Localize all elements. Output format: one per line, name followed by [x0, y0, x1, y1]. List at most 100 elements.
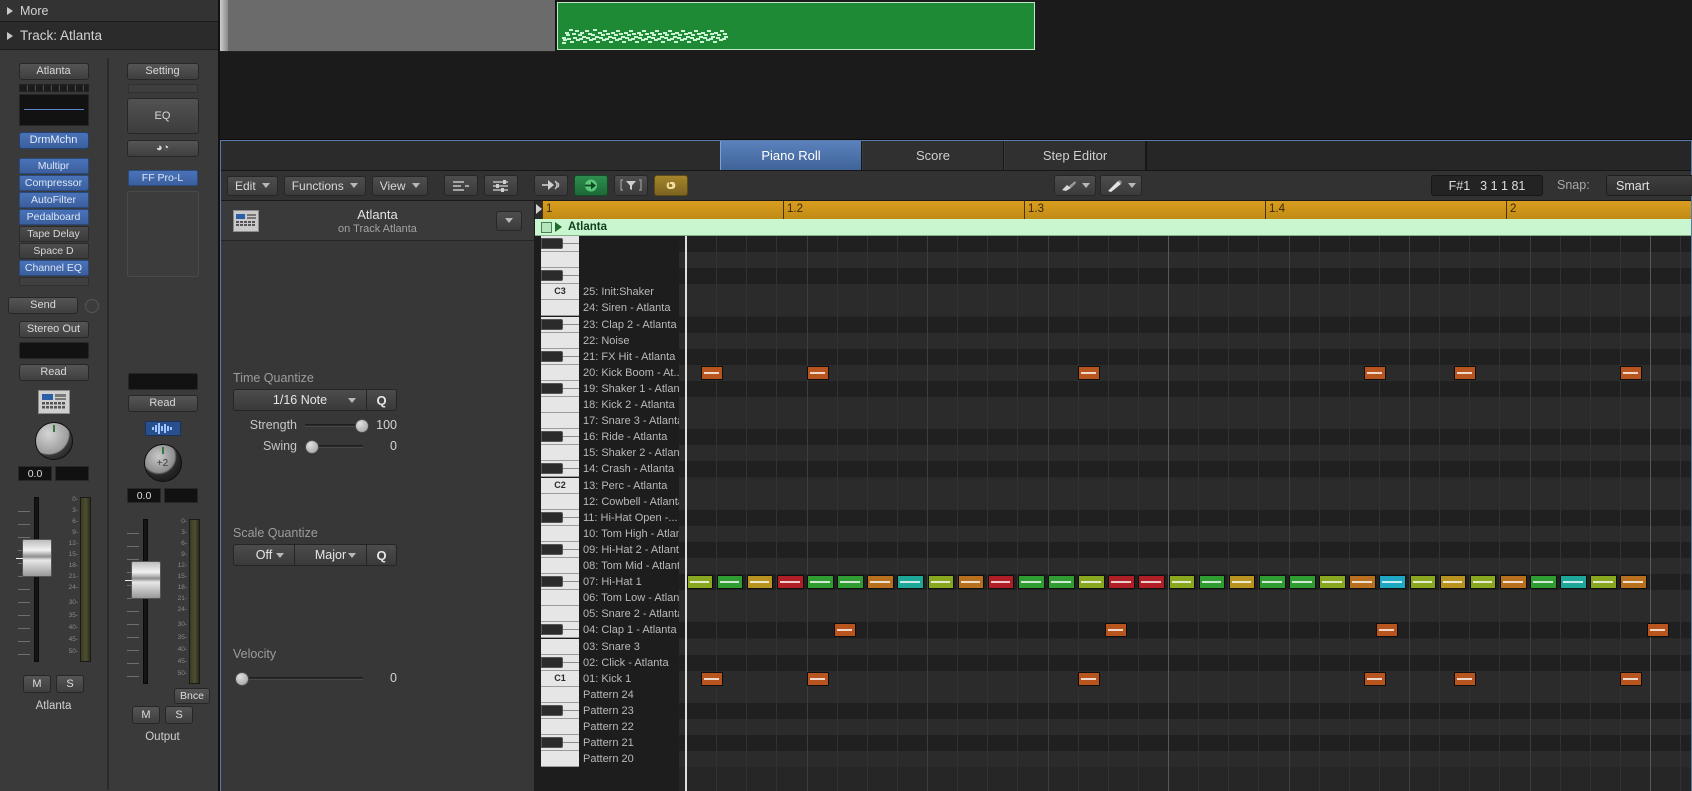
midi-note[interactable] [1198, 575, 1226, 590]
midi-note[interactable] [1138, 575, 1165, 590]
output-insert-slot-0[interactable]: FF Pro-L [127, 170, 198, 186]
stereo-link-icon[interactable]: ◕◔ [126, 140, 199, 157]
output-volume-fader[interactable] [123, 519, 169, 684]
tab-score[interactable]: Score [862, 141, 1004, 170]
midi-note[interactable] [1228, 575, 1256, 590]
piano-key[interactable] [541, 719, 579, 736]
grid-row[interactable] [679, 364, 1691, 381]
midi-note[interactable] [1168, 575, 1196, 590]
list-view-icon[interactable] [443, 175, 478, 196]
midi-note[interactable] [1646, 623, 1669, 638]
scale-quantize-apply-button[interactable]: Q [367, 544, 397, 566]
channel-name-button[interactable]: Atlanta [18, 63, 89, 80]
midi-note[interactable] [1319, 575, 1346, 590]
piano-key-row[interactable]: 21: FX Hit - Atlanta [535, 348, 679, 365]
grid-row[interactable] [679, 702, 1691, 719]
bar-ruler[interactable]: 11.21.31.422.22.32.433.2 [535, 201, 1691, 219]
solo-button[interactable]: S [56, 675, 84, 693]
output-mute-button[interactable]: M [132, 706, 160, 724]
piano-key-row[interactable]: 09: Hi-Hat 2 - Atlanta [535, 541, 679, 558]
piano-key-row[interactable]: 07: Hi-Hat 1 [535, 574, 679, 591]
piano-key-row[interactable]: C2 13: Perc - Atlanta [535, 477, 679, 494]
grid-row[interactable] [679, 590, 1691, 607]
grid-row[interactable] [679, 348, 1691, 365]
piano-key-black[interactable] [541, 704, 563, 716]
midi-note[interactable] [701, 365, 724, 380]
piano-key[interactable] [541, 558, 579, 575]
inspector-more-header[interactable]: More [0, 0, 218, 22]
midi-note[interactable] [1590, 575, 1617, 590]
piano-key[interactable] [541, 300, 579, 317]
grid-row[interactable] [679, 686, 1691, 703]
bounce-button[interactable]: Bnce [174, 688, 210, 704]
insert-slot-3[interactable]: Pedalboard [18, 209, 89, 225]
grid-row[interactable] [679, 493, 1691, 510]
piano-key-row[interactable]: 11: Hi-Hat Open -... [535, 509, 679, 526]
brush-tool-button[interactable] [1054, 175, 1096, 196]
midi-note[interactable] [1048, 575, 1075, 590]
arrange-region-atlanta[interactable] [557, 2, 1035, 50]
piano-key-row[interactable]: Pattern 21 [535, 735, 679, 752]
midi-note[interactable] [686, 575, 714, 590]
insert-slot-2[interactable]: AutoFilter [18, 192, 89, 208]
midi-note[interactable] [1363, 671, 1386, 686]
swing-value[interactable]: 0 [363, 439, 397, 453]
piano-key[interactable] [541, 751, 579, 768]
piano-key[interactable] [541, 364, 579, 381]
insert-slot-empty[interactable] [18, 277, 89, 286]
midi-note[interactable] [1104, 623, 1127, 638]
grid-row[interactable] [679, 751, 1691, 768]
midi-note[interactable] [1530, 575, 1557, 590]
midi-note[interactable] [837, 575, 864, 590]
edit-menu-button[interactable]: Edit [227, 175, 278, 196]
piano-key[interactable] [541, 332, 579, 349]
send-slot[interactable]: Send [8, 297, 78, 314]
piano-key-black[interactable] [541, 656, 563, 668]
piano-key-row[interactable]: C3 25: Init:Shaker [535, 284, 679, 301]
midi-note[interactable] [1620, 575, 1647, 590]
piano-key-black[interactable] [541, 737, 563, 749]
piano-key-row[interactable]: 05: Snare 2 - Atlanta [535, 606, 679, 623]
piano-key-black[interactable] [541, 543, 563, 555]
output-pan-knob[interactable]: +2 [143, 444, 182, 482]
piano-key-row[interactable]: 10: Tom High - Atlanta [535, 525, 679, 542]
strength-slider[interactable] [305, 418, 369, 433]
automation-icon[interactable] [483, 175, 518, 196]
automation-mode-button[interactable]: Read [18, 364, 89, 381]
midi-note[interactable] [897, 575, 924, 590]
view-menu-button[interactable]: View [371, 175, 428, 196]
piano-key-row[interactable]: Pattern 24 [535, 686, 679, 703]
piano-key[interactable]: C3 [541, 284, 579, 301]
piano-key[interactable] [541, 252, 579, 269]
piano-key-row[interactable]: 24: Siren - Atlanta [535, 300, 679, 317]
piano-key[interactable] [541, 525, 579, 542]
insert-slot-6[interactable]: Channel EQ [18, 260, 89, 276]
volume-value[interactable]: 0.0 [18, 466, 52, 481]
grid-row[interactable] [679, 509, 1691, 526]
position-display[interactable]: F#1 3 1 1 81 [1431, 175, 1543, 196]
piano-key-row[interactable]: 20: Kick Boom - At... [535, 364, 679, 381]
piano-key-black[interactable] [541, 576, 563, 588]
note-grid[interactable] [679, 236, 1691, 791]
midi-note[interactable] [1375, 623, 1398, 638]
piano-key-row[interactable]: 14: Crash - Atlanta [535, 461, 679, 478]
grid-row[interactable] [679, 670, 1691, 687]
piano-key[interactable] [541, 638, 579, 655]
midi-note[interactable] [716, 575, 744, 590]
piano-key[interactable] [541, 397, 579, 414]
fader-handle[interactable] [16, 539, 52, 577]
piano-key-row[interactable]: 23: Clap 2 - Atlanta [535, 316, 679, 333]
output-fader-handle[interactable] [125, 561, 161, 599]
midi-note[interactable] [1077, 365, 1100, 380]
midi-note[interactable] [833, 623, 856, 638]
velocity-value[interactable]: 0 [363, 671, 397, 685]
drum-machine-icon[interactable] [37, 390, 70, 414]
piano-key-row[interactable]: 15: Shaker 2 - Atlanta [535, 445, 679, 462]
midi-note[interactable] [1017, 575, 1045, 590]
piano-key-row[interactable]: 19: Shaker 1 - Atlanta [535, 380, 679, 397]
peak-value[interactable] [55, 466, 89, 481]
grid-row[interactable] [679, 380, 1691, 397]
midi-note[interactable] [1619, 671, 1642, 686]
midi-note[interactable] [957, 575, 985, 590]
grid-row[interactable] [679, 558, 1691, 575]
